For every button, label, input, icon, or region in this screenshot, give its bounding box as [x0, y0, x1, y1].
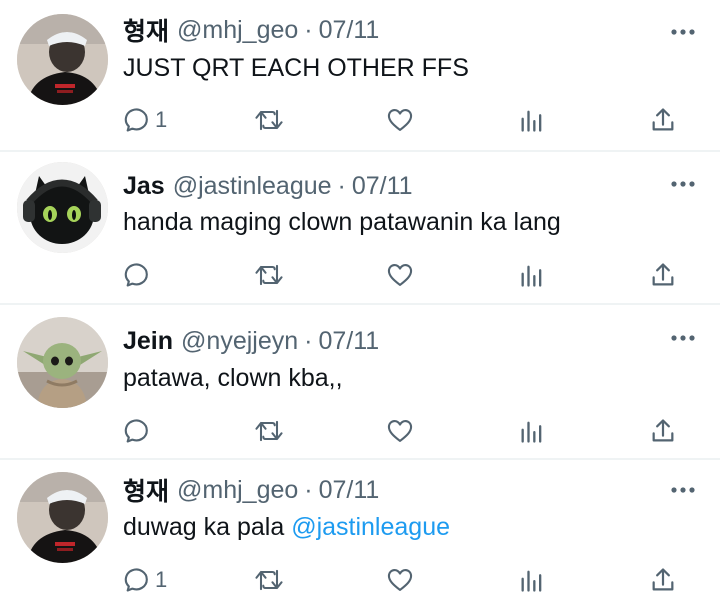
- separator-dot: ·: [304, 475, 313, 504]
- retweet-button[interactable]: [253, 105, 285, 135]
- more-icon[interactable]: [668, 174, 698, 194]
- more-icon[interactable]: [668, 328, 698, 348]
- views-icon: [521, 265, 542, 287]
- retweet-button[interactable]: [253, 260, 285, 290]
- avatar[interactable]: [17, 162, 108, 253]
- share-icon: [652, 419, 674, 442]
- avatar-image: [17, 317, 108, 408]
- tweet[interactable]: Jas @jastinleague · 07/11 handa maging c…: [0, 152, 720, 303]
- like-button[interactable]: [386, 105, 414, 135]
- like-icon: [387, 420, 413, 442]
- share-button[interactable]: [650, 565, 676, 595]
- reply-button[interactable]: 1: [123, 565, 167, 595]
- share-icon: [652, 568, 674, 591]
- user-handle[interactable]: @mhj_geo: [177, 476, 298, 505]
- tweet-date[interactable]: 07/11: [319, 476, 380, 505]
- reply-icon: [124, 108, 148, 132]
- like-icon: [387, 109, 413, 131]
- reply-count: 1: [155, 567, 168, 592]
- display-name[interactable]: 형재: [123, 472, 169, 508]
- display-name[interactable]: 형재: [123, 12, 169, 48]
- views-icon: [521, 110, 542, 132]
- like-button[interactable]: [386, 416, 414, 446]
- share-icon: [652, 108, 674, 131]
- user-handle[interactable]: @mhj_geo: [177, 16, 298, 45]
- retweet-icon: [255, 420, 283, 442]
- display-name[interactable]: Jas: [123, 172, 165, 201]
- retweet-button[interactable]: [253, 416, 285, 446]
- avatar[interactable]: [17, 317, 108, 408]
- like-button[interactable]: [386, 565, 414, 595]
- tweet-date[interactable]: 07/11: [319, 16, 380, 45]
- reply-button[interactable]: [123, 260, 155, 290]
- tweet-text: patawa, clown kba,,: [123, 364, 343, 392]
- avatar[interactable]: [17, 472, 108, 563]
- avatar[interactable]: [17, 14, 108, 105]
- views-icon: [521, 421, 542, 443]
- views-button[interactable]: [519, 416, 545, 446]
- tweet-text-body: duwag ka pala: [123, 513, 292, 541]
- reply-button[interactable]: 1: [123, 105, 167, 135]
- share-icon: [652, 263, 674, 286]
- user-handle[interactable]: @nyejjeyn: [181, 327, 298, 356]
- mention-link[interactable]: @jastinleague: [291, 513, 450, 541]
- reply-count: 1: [155, 107, 168, 132]
- retweet-icon: [255, 264, 283, 286]
- tweet-date[interactable]: 07/11: [352, 172, 413, 201]
- reply-icon: [124, 568, 148, 592]
- share-button[interactable]: [650, 416, 676, 446]
- views-button[interactable]: [519, 260, 545, 290]
- like-button[interactable]: [386, 260, 414, 290]
- retweet-icon: [255, 569, 283, 591]
- separator-dot: ·: [337, 171, 346, 200]
- like-icon: [387, 264, 413, 286]
- more-icon[interactable]: [668, 22, 698, 42]
- tweet[interactable]: 형재 @mhj_geo · 07/11 duwag ka pala @jasti…: [0, 460, 720, 607]
- display-name[interactable]: Jein: [123, 327, 173, 356]
- tweet-text: JUST QRT EACH OTHER FFS: [123, 54, 469, 82]
- reply-icon: [124, 263, 148, 287]
- share-button[interactable]: [650, 260, 676, 290]
- more-icon[interactable]: [668, 480, 698, 500]
- tweet[interactable]: Jein @nyejjeyn · 07/11 patawa, clown kba…: [0, 305, 720, 458]
- views-button[interactable]: [519, 105, 545, 135]
- tweet[interactable]: 형재 @mhj_geo · 07/11 JUST QRT EACH OTHER …: [0, 0, 720, 150]
- views-button[interactable]: [519, 565, 545, 595]
- tweet-text: handa maging clown patawanin ka lang: [123, 208, 561, 236]
- like-icon: [387, 569, 413, 591]
- reply-button[interactable]: [123, 416, 155, 446]
- share-button[interactable]: [650, 105, 676, 135]
- separator-dot: ·: [304, 15, 313, 44]
- user-handle[interactable]: @jastinleague: [173, 172, 332, 201]
- avatar-image: [17, 162, 108, 253]
- reply-icon: [124, 419, 148, 443]
- retweet-icon: [255, 109, 283, 131]
- views-icon: [521, 570, 542, 592]
- tweet-date[interactable]: 07/11: [318, 327, 379, 356]
- avatar-image: [17, 14, 108, 105]
- retweet-button[interactable]: [253, 565, 285, 595]
- tweet-text: duwag ka pala @jastinleague: [123, 513, 450, 542]
- avatar-image: [17, 472, 108, 563]
- separator-dot: ·: [304, 326, 313, 355]
